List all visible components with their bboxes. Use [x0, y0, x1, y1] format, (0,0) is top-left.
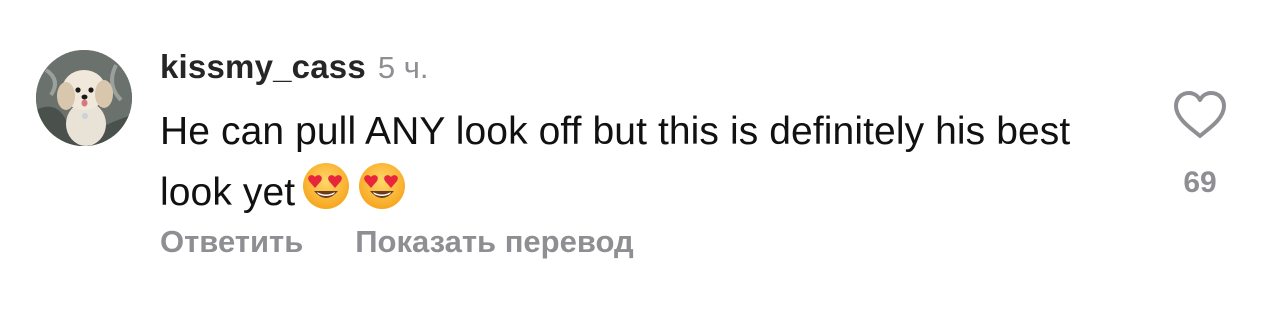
comment-text: He can pull ANY look off but this is def…: [160, 110, 1071, 214]
like-button[interactable]: [1172, 90, 1228, 145]
username-link[interactable]: kissmy_cass: [160, 48, 366, 86]
comment-actions: Ответить Показать перевод: [160, 224, 634, 260]
timestamp: 5 ч.: [377, 50, 429, 85]
avatar-image: [36, 50, 132, 146]
comment-header: kissmy_cass 5 ч.: [160, 48, 429, 92]
avatar[interactable]: [36, 50, 132, 146]
comment-body: He can pull ANY look off but this is def…: [160, 103, 1120, 228]
heart-eyes-emoji-icon: [301, 161, 351, 228]
show-translation-button[interactable]: Показать перевод: [355, 224, 633, 260]
reply-button[interactable]: Ответить: [160, 224, 303, 260]
comment-item: kissmy_cass 5 ч. He can pull ANY look of…: [0, 0, 1284, 324]
heart-outline-icon: [1174, 91, 1226, 138]
heart-eyes-emoji-icon: [357, 161, 407, 228]
like-count: 69: [1183, 166, 1217, 199]
